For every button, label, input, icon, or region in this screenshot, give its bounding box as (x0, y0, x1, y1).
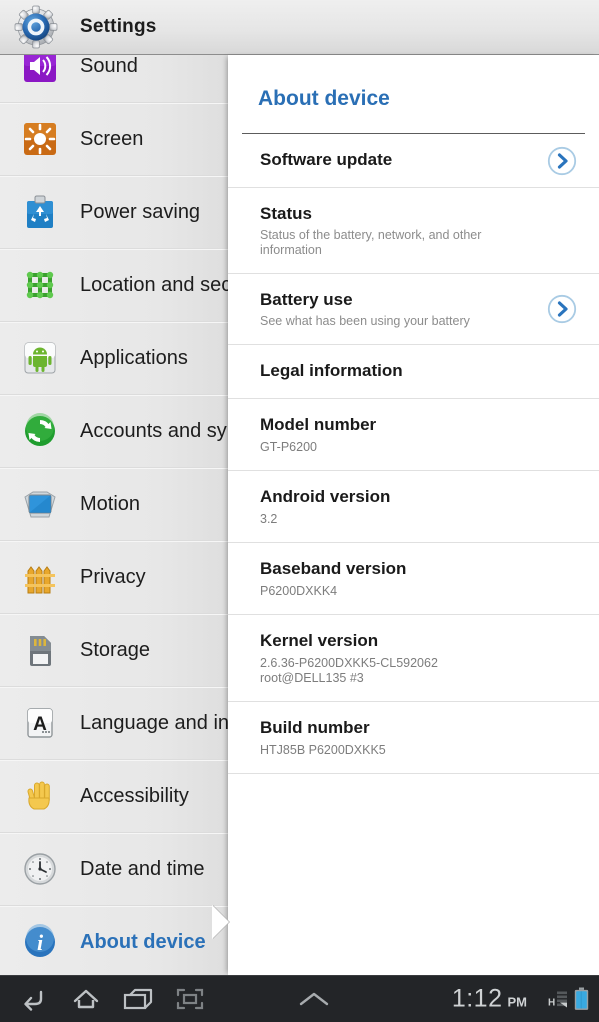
sidebar-item-motion[interactable]: Motion (0, 468, 228, 541)
svg-text:H: H (548, 997, 555, 1008)
list-item-software-update[interactable]: Software update (228, 134, 599, 188)
location-icon (20, 265, 60, 305)
sidebar-item-language-and-input[interactable]: A Language and input (0, 687, 228, 760)
list-item-title: Kernel version (260, 631, 379, 650)
sidebar-item-accounts-and-sync[interactable]: Accounts and sync (0, 395, 228, 468)
list-item-baseband-version[interactable]: Baseband version P6200DXKK4 (228, 543, 599, 615)
sidebar-item-about-device[interactable]: i About device (0, 906, 228, 975)
list-item-subtitle: Status of the battery, network, and othe… (260, 228, 482, 257)
app-title-bar: Settings (0, 0, 599, 55)
screen-brightness-icon (20, 119, 60, 159)
about-device-list[interactable]: Software update Status Status of the batte… (228, 134, 599, 774)
list-item-subtitle: See what has been using your battery (260, 314, 470, 328)
language-icon: A (20, 703, 60, 743)
list-item-value: HTJ85B P6200DXKK5 (260, 743, 386, 757)
sidebar-item-location-and-security[interactable]: Location and security (0, 249, 228, 322)
settings-sidebar[interactable]: Sound Screen Power saving Location and s… (0, 55, 228, 975)
sidebar-item-applications[interactable]: Applications (0, 322, 228, 395)
sidebar-item-label: Sound (80, 55, 138, 77)
sidebar-item-date-and-time[interactable]: Date and time (0, 833, 228, 906)
about-device-panel: About device Software update Status Status… (228, 55, 599, 975)
sidebar-item-power-saving[interactable]: Power saving (0, 176, 228, 249)
list-item-value: 2.6.36-P6200DXKK5-CL592062 root@DELL135 … (260, 656, 438, 685)
sidebar-item-label: Power saving (80, 200, 201, 223)
list-item-battery-use[interactable]: Battery use See what has been using your … (228, 274, 599, 345)
privacy-fence-icon (20, 557, 60, 597)
svg-text:i: i (37, 930, 44, 955)
status-icons: H (548, 987, 589, 1011)
info-icon: i (20, 922, 60, 962)
list-item-title: Status (260, 204, 312, 223)
clock-ampm: PM (507, 994, 528, 1010)
battery-icon (574, 987, 589, 1010)
list-item-status[interactable]: Status Status of the battery, network, an… (228, 188, 599, 274)
list-item-value: GT-P6200 (260, 440, 317, 454)
sidebar-item-accessibility[interactable]: Accessibility (0, 760, 228, 833)
panel-heading: About device (258, 87, 390, 110)
list-item-android-version[interactable]: Android version 3.2 (228, 471, 599, 543)
chevron-up-icon[interactable] (288, 976, 340, 1022)
sync-accounts-icon (20, 411, 60, 451)
list-item-title: Build number (260, 718, 370, 737)
recents-icon[interactable] (112, 976, 164, 1022)
sidebar-item-label: About device (80, 930, 206, 953)
android-applications-icon (20, 338, 60, 378)
chevron-right-icon[interactable] (547, 146, 577, 176)
sidebar-item-label: Date and time (80, 857, 205, 880)
clock-icon (20, 849, 60, 889)
page-title: Settings (80, 16, 157, 37)
chevron-right-icon[interactable] (547, 294, 577, 324)
list-item-title: Model number (260, 415, 377, 434)
sidebar-item-privacy[interactable]: Privacy (0, 541, 228, 614)
settings-gear-icon (14, 5, 58, 49)
back-icon[interactable] (8, 976, 60, 1022)
clock-time: 1:12 (451, 984, 503, 1013)
list-item-legal-information[interactable]: Legal information (228, 345, 599, 399)
list-item-title: Battery use (260, 290, 353, 309)
sidebar-item-label: Accounts and sync (80, 419, 228, 442)
list-item-build-number[interactable]: Build number HTJ85B P6200DXKK5 (228, 702, 599, 774)
motion-icon (20, 484, 60, 524)
system-navigation-bar[interactable]: 1:12 PM H (0, 975, 599, 1022)
storage-sdcard-icon (20, 630, 60, 670)
status-clock[interactable]: 1:12 PM (452, 985, 527, 1014)
sidebar-item-label: Storage (80, 638, 151, 661)
sidebar-item-label: Accessibility (80, 784, 189, 807)
android-settings-screen: Settings Sound Screen Power saving Locat… (0, 0, 599, 1022)
sidebar-item-label: Language and input (80, 711, 228, 734)
sidebar-item-label: Screen (80, 127, 144, 150)
screenshot-icon[interactable] (164, 976, 216, 1022)
selected-item-caret (212, 905, 229, 939)
list-item-model-number[interactable]: Model number GT-P6200 (228, 399, 599, 471)
sidebar-item-label: Privacy (80, 565, 146, 588)
sound-speaker-icon (20, 55, 60, 86)
list-item-title: Software update (260, 150, 393, 169)
list-item-kernel-version[interactable]: Kernel version 2.6.36-P6200DXKK5-CL592062… (228, 615, 599, 702)
signal-h-icon: H (548, 991, 567, 1008)
sidebar-item-storage[interactable]: Storage (0, 614, 228, 687)
sidebar-item-label: Applications (80, 346, 188, 369)
power-saving-icon (20, 192, 60, 232)
list-item-title: Android version (260, 487, 391, 506)
list-item-value: 3.2 (260, 512, 278, 526)
list-item-title: Legal information (260, 361, 403, 380)
sidebar-item-label: Motion (80, 492, 141, 515)
sidebar-item-label: Location and security (80, 273, 228, 296)
home-icon[interactable] (60, 976, 112, 1022)
accessibility-hand-icon (20, 776, 60, 816)
sidebar-item-sound[interactable]: Sound (0, 55, 228, 103)
list-item-title: Baseband version (260, 559, 407, 578)
list-item-value: P6200DXKK4 (260, 584, 338, 598)
sidebar-item-screen[interactable]: Screen (0, 103, 228, 176)
